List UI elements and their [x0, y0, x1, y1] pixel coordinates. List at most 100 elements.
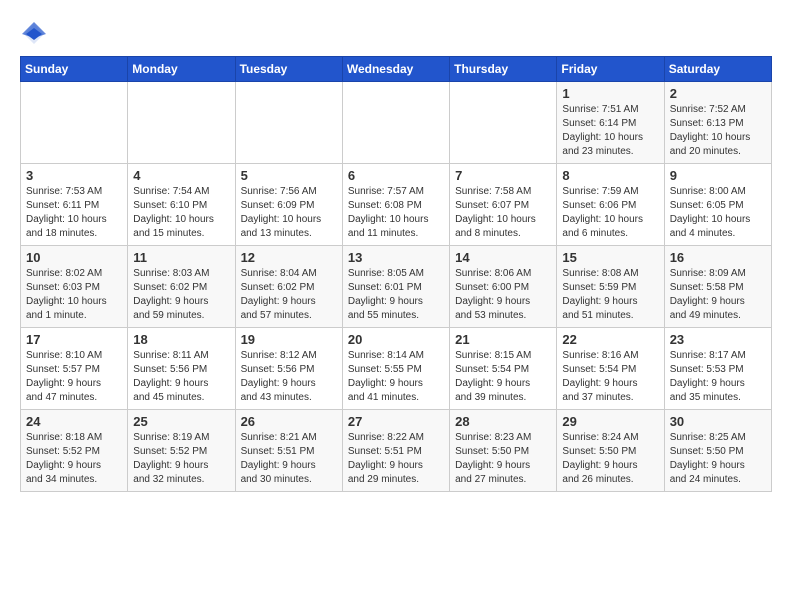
- day-number: 22: [562, 332, 658, 347]
- day-info: Sunrise: 8:21 AM Sunset: 5:51 PM Dayligh…: [241, 431, 337, 487]
- day-number: 8: [562, 168, 658, 183]
- day-info: Sunrise: 8:03 AM Sunset: 6:02 PM Dayligh…: [133, 267, 229, 323]
- day-number: 10: [26, 250, 122, 265]
- week-row-1: 1 Sunrise: 7:51 AM Sunset: 6:14 PM Daylig…: [21, 82, 772, 164]
- day-info: Sunrise: 8:15 AM Sunset: 5:54 PM Dayligh…: [455, 349, 551, 405]
- day-cell: 3Sunrise: 7:53 AM Sunset: 6:11 PM Daylig…: [21, 164, 128, 246]
- day-cell: 27 Sunrise: 8:22 AM Sunset: 5:51 PM Dayli…: [342, 410, 449, 492]
- day-info: Sunrise: 8:23 AM Sunset: 5:50 PM Dayligh…: [455, 431, 551, 487]
- day-info: Sunrise: 8:10 AM Sunset: 5:57 PM Dayligh…: [26, 349, 122, 405]
- day-cell: 11Sunrise: 8:03 AM Sunset: 6:02 PM Dayli…: [128, 246, 235, 328]
- day-cell: 26 Sunrise: 8:21 AM Sunset: 5:51 PM Dayli…: [235, 410, 342, 492]
- week-row-5: 24 Sunrise: 8:18 AM Sunset: 5:52 PM Dayli…: [21, 410, 772, 492]
- day-cell: 8 Sunrise: 7:59 AM Sunset: 6:06 PM Daylig…: [557, 164, 664, 246]
- day-number: 24: [26, 414, 122, 429]
- day-number: 26: [241, 414, 337, 429]
- day-cell: 16Sunrise: 8:09 AM Sunset: 5:58 PM Dayli…: [664, 246, 771, 328]
- day-header-thursday: Thursday: [450, 57, 557, 82]
- day-cell: 29Sunrise: 8:24 AM Sunset: 5:50 PM Dayli…: [557, 410, 664, 492]
- day-number: 30: [670, 414, 766, 429]
- page-header: [20, 16, 772, 48]
- day-cell: 22Sunrise: 8:16 AM Sunset: 5:54 PM Dayli…: [557, 328, 664, 410]
- day-cell: [128, 82, 235, 164]
- day-cell: 14Sunrise: 8:06 AM Sunset: 6:00 PM Dayli…: [450, 246, 557, 328]
- day-info: Sunrise: 7:56 AM Sunset: 6:09 PM Dayligh…: [241, 185, 337, 241]
- day-info: Sunrise: 8:24 AM Sunset: 5:50 PM Dayligh…: [562, 431, 658, 487]
- day-info: Sunrise: 7:52 AM Sunset: 6:13 PM Dayligh…: [670, 103, 766, 159]
- day-cell: 21Sunrise: 8:15 AM Sunset: 5:54 PM Dayli…: [450, 328, 557, 410]
- day-number: 23: [670, 332, 766, 347]
- day-number: 16: [670, 250, 766, 265]
- day-header-saturday: Saturday: [664, 57, 771, 82]
- day-cell: 19 Sunrise: 8:12 AM Sunset: 5:56 PM Dayli…: [235, 328, 342, 410]
- day-cell: 20 Sunrise: 8:14 AM Sunset: 5:55 PM Dayli…: [342, 328, 449, 410]
- day-cell: 25 Sunrise: 8:19 AM Sunset: 5:52 PM Dayli…: [128, 410, 235, 492]
- day-cell: [21, 82, 128, 164]
- day-info: Sunrise: 8:05 AM Sunset: 6:01 PM Dayligh…: [348, 267, 444, 323]
- day-info: Sunrise: 8:18 AM Sunset: 5:52 PM Dayligh…: [26, 431, 122, 487]
- day-info: Sunrise: 8:00 AM Sunset: 6:05 PM Dayligh…: [670, 185, 766, 241]
- day-info: Sunrise: 7:58 AM Sunset: 6:07 PM Dayligh…: [455, 185, 551, 241]
- day-info: Sunrise: 8:04 AM Sunset: 6:02 PM Dayligh…: [241, 267, 337, 323]
- day-info: Sunrise: 7:57 AM Sunset: 6:08 PM Dayligh…: [348, 185, 444, 241]
- day-cell: 15Sunrise: 8:08 AM Sunset: 5:59 PM Dayli…: [557, 246, 664, 328]
- day-cell: 23 Sunrise: 8:17 AM Sunset: 5:53 PM Dayli…: [664, 328, 771, 410]
- day-info: Sunrise: 8:22 AM Sunset: 5:51 PM Dayligh…: [348, 431, 444, 487]
- week-row-3: 10Sunrise: 8:02 AM Sunset: 6:03 PM Dayli…: [21, 246, 772, 328]
- day-number: 25: [133, 414, 229, 429]
- day-header-friday: Friday: [557, 57, 664, 82]
- day-number: 15: [562, 250, 658, 265]
- calendar-header: SundayMondayTuesdayWednesdayThursdayFrid…: [21, 57, 772, 82]
- day-cell: 6 Sunrise: 7:57 AM Sunset: 6:08 PM Daylig…: [342, 164, 449, 246]
- day-cell: 5 Sunrise: 7:56 AM Sunset: 6:09 PM Daylig…: [235, 164, 342, 246]
- day-cell: 1 Sunrise: 7:51 AM Sunset: 6:14 PM Daylig…: [557, 82, 664, 164]
- day-number: 13: [348, 250, 444, 265]
- day-cell: 7 Sunrise: 7:58 AM Sunset: 6:07 PM Daylig…: [450, 164, 557, 246]
- day-number: 7: [455, 168, 551, 183]
- day-number: 12: [241, 250, 337, 265]
- day-number: 1: [562, 86, 658, 101]
- day-number: 5: [241, 168, 337, 183]
- day-number: 18: [133, 332, 229, 347]
- day-number: 14: [455, 250, 551, 265]
- header-row: SundayMondayTuesdayWednesdayThursdayFrid…: [21, 57, 772, 82]
- day-info: Sunrise: 8:14 AM Sunset: 5:55 PM Dayligh…: [348, 349, 444, 405]
- day-cell: 17 Sunrise: 8:10 AM Sunset: 5:57 PM Dayli…: [21, 328, 128, 410]
- day-cell: 28 Sunrise: 8:23 AM Sunset: 5:50 PM Dayli…: [450, 410, 557, 492]
- day-number: 20: [348, 332, 444, 347]
- day-number: 27: [348, 414, 444, 429]
- day-number: 6: [348, 168, 444, 183]
- day-header-wednesday: Wednesday: [342, 57, 449, 82]
- day-cell: [342, 82, 449, 164]
- day-info: Sunrise: 7:54 AM Sunset: 6:10 PM Dayligh…: [133, 185, 229, 241]
- day-number: 3: [26, 168, 122, 183]
- day-number: 9: [670, 168, 766, 183]
- day-info: Sunrise: 8:19 AM Sunset: 5:52 PM Dayligh…: [133, 431, 229, 487]
- week-row-4: 17 Sunrise: 8:10 AM Sunset: 5:57 PM Dayli…: [21, 328, 772, 410]
- day-number: 17: [26, 332, 122, 347]
- day-info: Sunrise: 7:51 AM Sunset: 6:14 PM Dayligh…: [562, 103, 658, 159]
- day-cell: 30 Sunrise: 8:25 AM Sunset: 5:50 PM Dayli…: [664, 410, 771, 492]
- logo-icon: [20, 20, 48, 48]
- day-number: 28: [455, 414, 551, 429]
- day-info: Sunrise: 8:17 AM Sunset: 5:53 PM Dayligh…: [670, 349, 766, 405]
- calendar-table: SundayMondayTuesdayWednesdayThursdayFrid…: [20, 56, 772, 492]
- day-cell: 10Sunrise: 8:02 AM Sunset: 6:03 PM Dayli…: [21, 246, 128, 328]
- day-cell: 9 Sunrise: 8:00 AM Sunset: 6:05 PM Daylig…: [664, 164, 771, 246]
- day-number: 2: [670, 86, 766, 101]
- day-header-monday: Monday: [128, 57, 235, 82]
- day-number: 19: [241, 332, 337, 347]
- calendar-page: SundayMondayTuesdayWednesdayThursdayFrid…: [0, 0, 792, 508]
- logo: [20, 20, 52, 48]
- day-info: Sunrise: 8:12 AM Sunset: 5:56 PM Dayligh…: [241, 349, 337, 405]
- day-info: Sunrise: 8:11 AM Sunset: 5:56 PM Dayligh…: [133, 349, 229, 405]
- week-row-2: 3Sunrise: 7:53 AM Sunset: 6:11 PM Daylig…: [21, 164, 772, 246]
- day-info: Sunrise: 7:59 AM Sunset: 6:06 PM Dayligh…: [562, 185, 658, 241]
- day-cell: 12 Sunrise: 8:04 AM Sunset: 6:02 PM Dayli…: [235, 246, 342, 328]
- day-info: Sunrise: 8:25 AM Sunset: 5:50 PM Dayligh…: [670, 431, 766, 487]
- day-cell: 4Sunrise: 7:54 AM Sunset: 6:10 PM Daylig…: [128, 164, 235, 246]
- day-cell: 24 Sunrise: 8:18 AM Sunset: 5:52 PM Dayli…: [21, 410, 128, 492]
- day-cell: [235, 82, 342, 164]
- day-cell: [450, 82, 557, 164]
- calendar-body: 1 Sunrise: 7:51 AM Sunset: 6:14 PM Daylig…: [21, 82, 772, 492]
